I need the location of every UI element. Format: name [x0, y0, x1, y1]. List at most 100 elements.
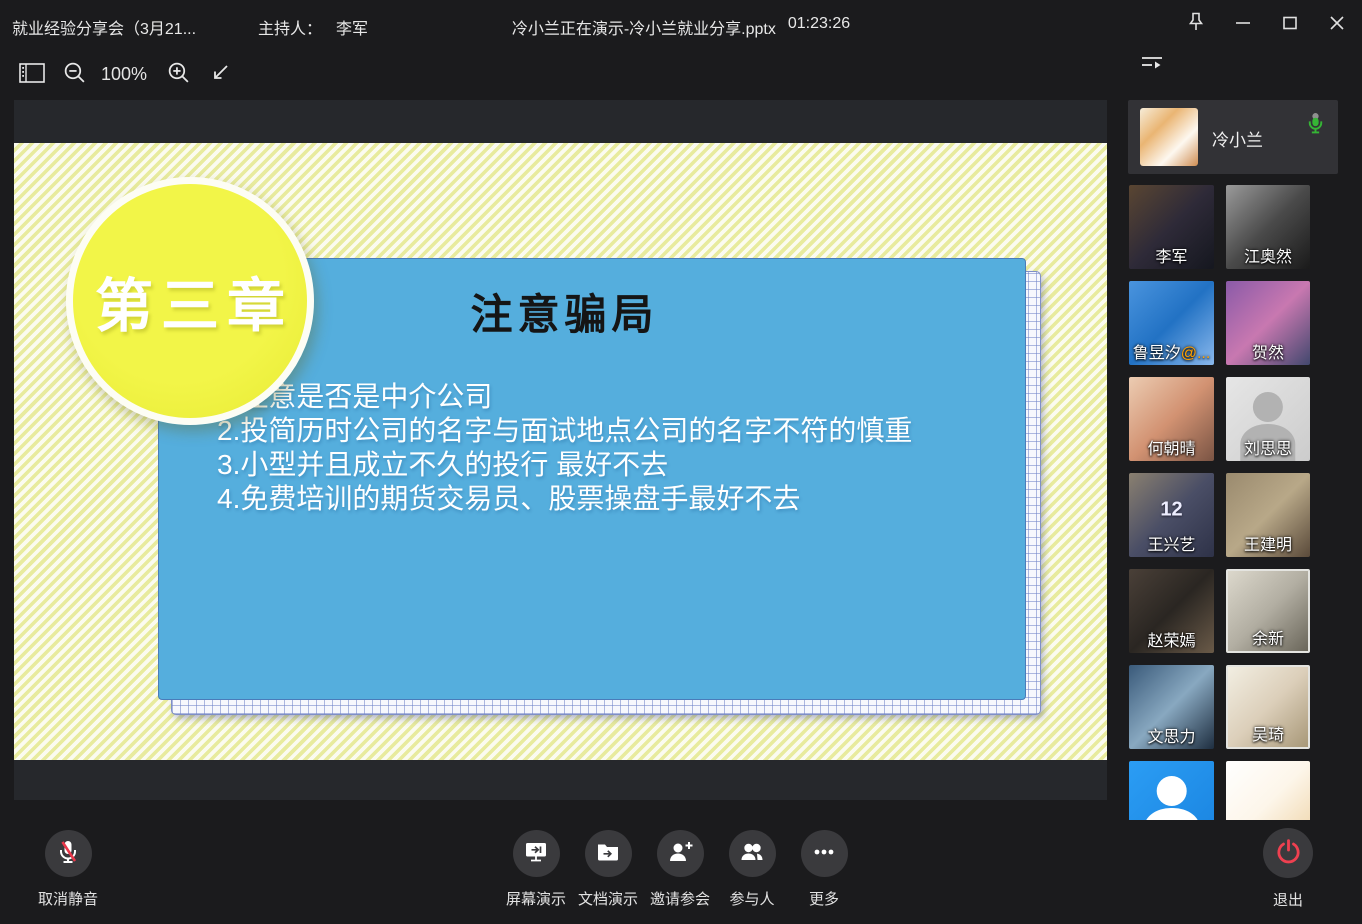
action-label: 参与人 — [716, 888, 788, 909]
maximize-icon — [1280, 13, 1300, 36]
close-button[interactable] — [1313, 0, 1360, 48]
fit-screen-button[interactable] — [200, 48, 240, 100]
participant-tile[interactable]: 吴琦 — [1226, 665, 1310, 749]
presentation-viewport: 第三章 注意骗局 1.注意是否是中介公司2.投简历时公司的名字与面试地点公司的名… — [14, 100, 1107, 800]
participant-name: 文思力 — [1129, 723, 1214, 747]
mic-muted-icon — [54, 838, 82, 869]
participant-tile[interactable]: 刘思思 — [1226, 377, 1310, 461]
participant-avatar — [1226, 761, 1310, 820]
participant-tile[interactable]: 江奥然 — [1226, 185, 1310, 269]
action-邀请参会: 邀请参会 — [644, 828, 716, 909]
participant-name: 吴琦 — [1228, 721, 1308, 745]
featured-participant-avatar — [1140, 108, 1198, 166]
participants-grid: 李军江奥然鲁昱汐@... 贺然何朝晴刘思思 12 王兴艺王建明赵荣嫣余新文思力吴琦 — [1129, 185, 1310, 820]
featured-participant-tile[interactable]: 冷小兰 — [1128, 100, 1338, 174]
participant-tile[interactable]: 文思力 — [1129, 665, 1214, 749]
power-icon — [1275, 838, 1302, 868]
fit-screen-icon — [209, 62, 231, 87]
host-name: 李军 — [336, 15, 368, 39]
doc-share-icon — [595, 839, 621, 868]
action-文档演示: 文档演示 — [572, 828, 644, 909]
邀请参会-button[interactable] — [657, 830, 704, 877]
minimize-button[interactable] — [1219, 0, 1266, 48]
participants-icon — [739, 839, 765, 868]
screen-share-icon — [523, 839, 549, 868]
action-label: 更多 — [788, 888, 860, 909]
参与人-button[interactable] — [729, 830, 776, 877]
participant-tile[interactable]: 王建明 — [1226, 473, 1310, 557]
participant-name: 王兴艺 — [1129, 531, 1214, 555]
participant-tile[interactable]: 何朝晴 — [1129, 377, 1214, 461]
action-更多: 更多 — [788, 828, 860, 909]
more-icon — [811, 839, 837, 868]
participant-tile[interactable] — [1129, 761, 1214, 820]
host-info: 主持人： 李军 — [258, 15, 368, 39]
zoom-level: 100% — [96, 64, 152, 85]
unmute-action: 取消静音 — [22, 828, 114, 909]
zoom-out-button[interactable] — [54, 48, 94, 100]
exit-label: 退出 — [1246, 889, 1330, 910]
maximize-button[interactable] — [1266, 0, 1313, 48]
meeting-actions: 屏幕演示文档演示邀请参会参与人更多 — [500, 828, 860, 909]
屏幕演示-button[interactable] — [513, 830, 560, 877]
jersey-number: 12 — [1160, 498, 1182, 521]
slide: 第三章 注意骗局 1.注意是否是中介公司2.投简历时公司的名字与面试地点公司的名… — [14, 143, 1107, 760]
exit-button[interactable] — [1263, 828, 1313, 878]
pin-button[interactable] — [1172, 0, 1219, 48]
participant-tile[interactable]: 赵荣嫣 — [1129, 569, 1214, 653]
participant-name: 李军 — [1129, 243, 1214, 267]
layout-panel-icon — [19, 62, 45, 87]
action-屏幕演示: 屏幕演示 — [500, 828, 572, 909]
participant-avatar — [1129, 761, 1214, 820]
layout-panel-button[interactable] — [12, 48, 52, 100]
participant-name: 余新 — [1228, 625, 1308, 649]
slide-bullet: 4.免费培训的期货交易员、股票操盘手最好不去 — [217, 482, 1005, 516]
host-label: 主持人： — [258, 15, 322, 39]
exit-action: 退出 — [1246, 828, 1330, 910]
unmute-label: 取消静音 — [22, 888, 114, 909]
participant-name: 贺然 — [1226, 339, 1310, 363]
participant-name: 何朝晴 — [1129, 435, 1214, 459]
slide-bullet: 2.投简历时公司的名字与面试地点公司的名字不符的慎重 — [217, 414, 1005, 448]
invite-icon — [667, 839, 693, 868]
zoom-out-icon — [62, 60, 87, 88]
participant-tile[interactable]: 贺然 — [1226, 281, 1310, 365]
title-bar: 就业经验分享会（3月21... 主持人： 李军 冷小兰正在演示-冷小兰就业分享.… — [0, 0, 1362, 48]
文档演示-button[interactable] — [585, 830, 632, 877]
participant-tile[interactable]: 12 王兴艺 — [1129, 473, 1214, 557]
pin-icon — [1185, 11, 1207, 38]
unmute-button[interactable] — [45, 830, 92, 877]
action-label: 文档演示 — [572, 888, 644, 909]
presenting-title: 冷小兰正在演示-冷小兰就业分享.pptx 01:23:26 — [512, 15, 850, 39]
meeting-title: 就业经验分享会（3月21... — [12, 15, 196, 39]
participant-tile[interactable]: 余新 — [1226, 569, 1310, 653]
featured-participant-name: 冷小兰 — [1212, 126, 1263, 151]
participant-tile[interactable]: 鲁昱汐@... — [1129, 281, 1214, 365]
zoom-in-icon — [166, 60, 191, 88]
presenting-info: 冷小兰正在演示-冷小兰就业分享.pptx — [512, 15, 776, 39]
更多-button[interactable] — [801, 830, 848, 877]
participant-tile[interactable]: 李军 — [1129, 185, 1214, 269]
zoom-in-button[interactable] — [158, 48, 198, 100]
participant-name: 鲁昱汐@... — [1129, 339, 1214, 363]
slide-bullet-list: 1.注意是否是中介公司2.投简历时公司的名字与面试地点公司的名字不符的慎重3.小… — [217, 380, 1005, 516]
window-controls — [1172, 0, 1360, 48]
chapter-badge: 第三章 — [66, 177, 314, 425]
chapter-badge-text: 第三章 — [87, 259, 293, 343]
close-icon — [1327, 13, 1347, 36]
mic-active-icon — [1307, 112, 1324, 140]
action-参与人: 参与人 — [716, 828, 788, 909]
participant-tile[interactable] — [1226, 761, 1310, 820]
collapse-panel-icon — [1140, 54, 1164, 77]
slide-bullet: 3.小型并且成立不久的投行 最好不去 — [217, 448, 1005, 482]
minimize-icon — [1233, 13, 1253, 36]
participant-name: 赵荣嫣 — [1129, 627, 1214, 651]
participant-name-suffix: @... — [1181, 345, 1211, 362]
collapse-panel-button[interactable] — [1136, 50, 1168, 80]
action-label: 屏幕演示 — [500, 888, 572, 909]
action-label: 邀请参会 — [644, 888, 716, 909]
meeting-timer: 01:23:26 — [788, 15, 850, 39]
participant-name: 刘思思 — [1226, 435, 1310, 459]
slide-bullet: 1.注意是否是中介公司 — [217, 380, 1005, 414]
participant-name: 王建明 — [1226, 531, 1310, 555]
